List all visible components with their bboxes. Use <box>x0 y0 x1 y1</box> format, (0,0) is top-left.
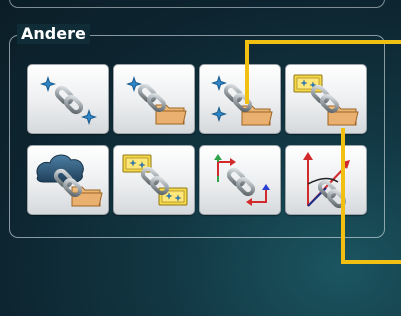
link-point-folder-button[interactable] <box>113 64 195 134</box>
callout-line-upper-vertical <box>245 40 249 104</box>
link-coordinate-systems-icon <box>214 154 270 206</box>
link-cloud-folder-icon <box>36 154 103 207</box>
link-point-folder-icon <box>126 76 187 125</box>
callout-line-lower-horizontal <box>341 260 401 264</box>
link-cloud-folder-button[interactable] <box>27 145 109 215</box>
link-coordinate-systems-button[interactable] <box>199 145 281 215</box>
upper-panel-border <box>9 0 385 8</box>
link-angle-axes-icon <box>303 152 350 211</box>
callout-line-lower-vertical <box>341 128 345 264</box>
link-points-folder-icon <box>211 75 273 126</box>
group-title: Andere <box>17 24 90 44</box>
link-points-button[interactable] <box>27 64 109 134</box>
link-folders-icon <box>114 146 196 216</box>
link-points-icon <box>40 76 97 125</box>
callout-line-upper-horizontal <box>245 40 401 44</box>
link-folder-folder-button[interactable] <box>285 64 367 134</box>
link-folder-folder-icon <box>286 65 359 126</box>
link-points-folder-button[interactable] <box>199 64 281 134</box>
link-angle-axes-button[interactable] <box>285 145 367 215</box>
link-folders-button[interactable] <box>113 145 195 215</box>
